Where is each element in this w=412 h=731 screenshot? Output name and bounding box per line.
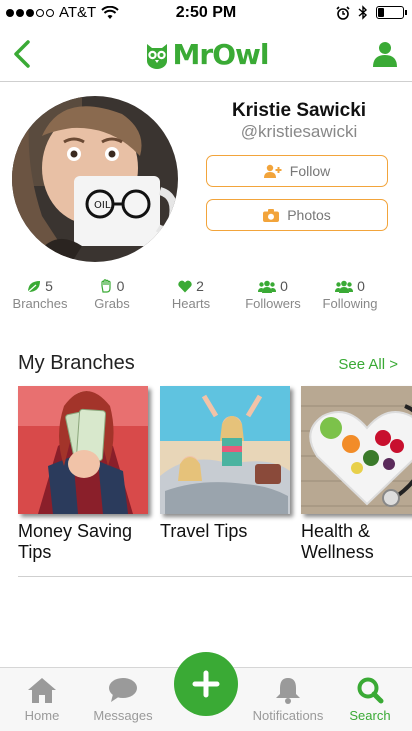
photos-label: Photos [287,207,331,223]
branch-title: Travel Tips [160,521,248,541]
stat-count: 0 [280,278,288,294]
tab-label: Messages [93,708,153,723]
branch-card-health-wellness[interactable]: Health & Wellness [301,386,412,563]
see-all-link[interactable]: See All > [338,356,398,373]
tab-messages[interactable]: Messages [81,676,165,723]
following-icon [335,280,354,293]
user-profile-icon[interactable] [370,39,400,69]
follow-button[interactable]: Follow [206,155,388,187]
branch-thumbnail [160,386,290,514]
plus-icon [192,670,220,698]
stat-label: Grabs [94,296,130,311]
status-right [336,5,407,20]
tab-label: Search [349,708,391,723]
stat-hearts[interactable]: 2 Hearts [155,278,227,311]
stat-branches[interactable]: 5 Branches [4,278,76,311]
section-title: My Branches [18,352,135,374]
profile-name: Kristie Sawicki [231,100,367,121]
photos-button[interactable]: Photos [206,199,388,231]
branch-card-money-saving-tips[interactable]: Money Saving Tips [18,386,148,563]
section-divider [18,576,412,577]
camera-icon [263,208,280,222]
stat-count: 5 [45,278,53,294]
home-icon [28,678,56,703]
stat-label: Branches [12,296,68,311]
stat-label: Hearts [171,296,211,311]
search-icon [357,677,384,704]
tab-search[interactable]: Search [328,676,412,723]
bluetooth-icon [358,5,368,20]
battery-icon [376,6,407,19]
nav-bar: MrOwl [0,26,412,82]
tab-notifications[interactable]: Notifications [246,676,330,723]
svg-text:OIL: OIL [94,200,111,211]
branch-title: Health & Wellness [301,521,374,562]
leaf-icon [27,280,41,292]
stat-count: 0 [357,278,365,294]
status-bar: AT&T 2:50 PM [0,0,412,26]
app-logo: MrOwl [0,38,412,71]
stat-count: 2 [196,278,204,294]
branch-thumbnail [301,386,412,514]
tab-label: Home [24,708,60,723]
profile-handle: @kristiesawicki [240,122,358,141]
add-button[interactable] [174,652,238,716]
add-user-icon [263,164,282,178]
logo-text: MrOwl [172,38,270,71]
heart-icon [178,280,192,292]
stat-followers[interactable]: 0 Followers [237,278,309,311]
tab-label: Notifications [252,708,324,723]
owl-logo-icon [146,43,167,69]
branch-card-travel-tips[interactable]: Travel Tips [160,386,290,542]
stat-grabs[interactable]: 0 Grabs [76,278,148,311]
stat-label: Following [322,296,378,311]
branch-title: Money Saving Tips [18,521,133,562]
messages-icon [109,678,137,702]
tab-home[interactable]: Home [0,676,84,723]
bell-icon [276,678,300,704]
stat-following[interactable]: 0 Following [314,278,386,311]
avatar: OIL [12,96,178,262]
followers-icon [258,280,277,293]
branch-thumbnail [18,386,148,514]
stat-count: 0 [116,278,125,294]
stat-label: Followers [245,296,301,311]
alarm-icon [336,5,350,20]
follow-label: Follow [289,163,331,179]
grab-hand-icon [100,279,111,293]
